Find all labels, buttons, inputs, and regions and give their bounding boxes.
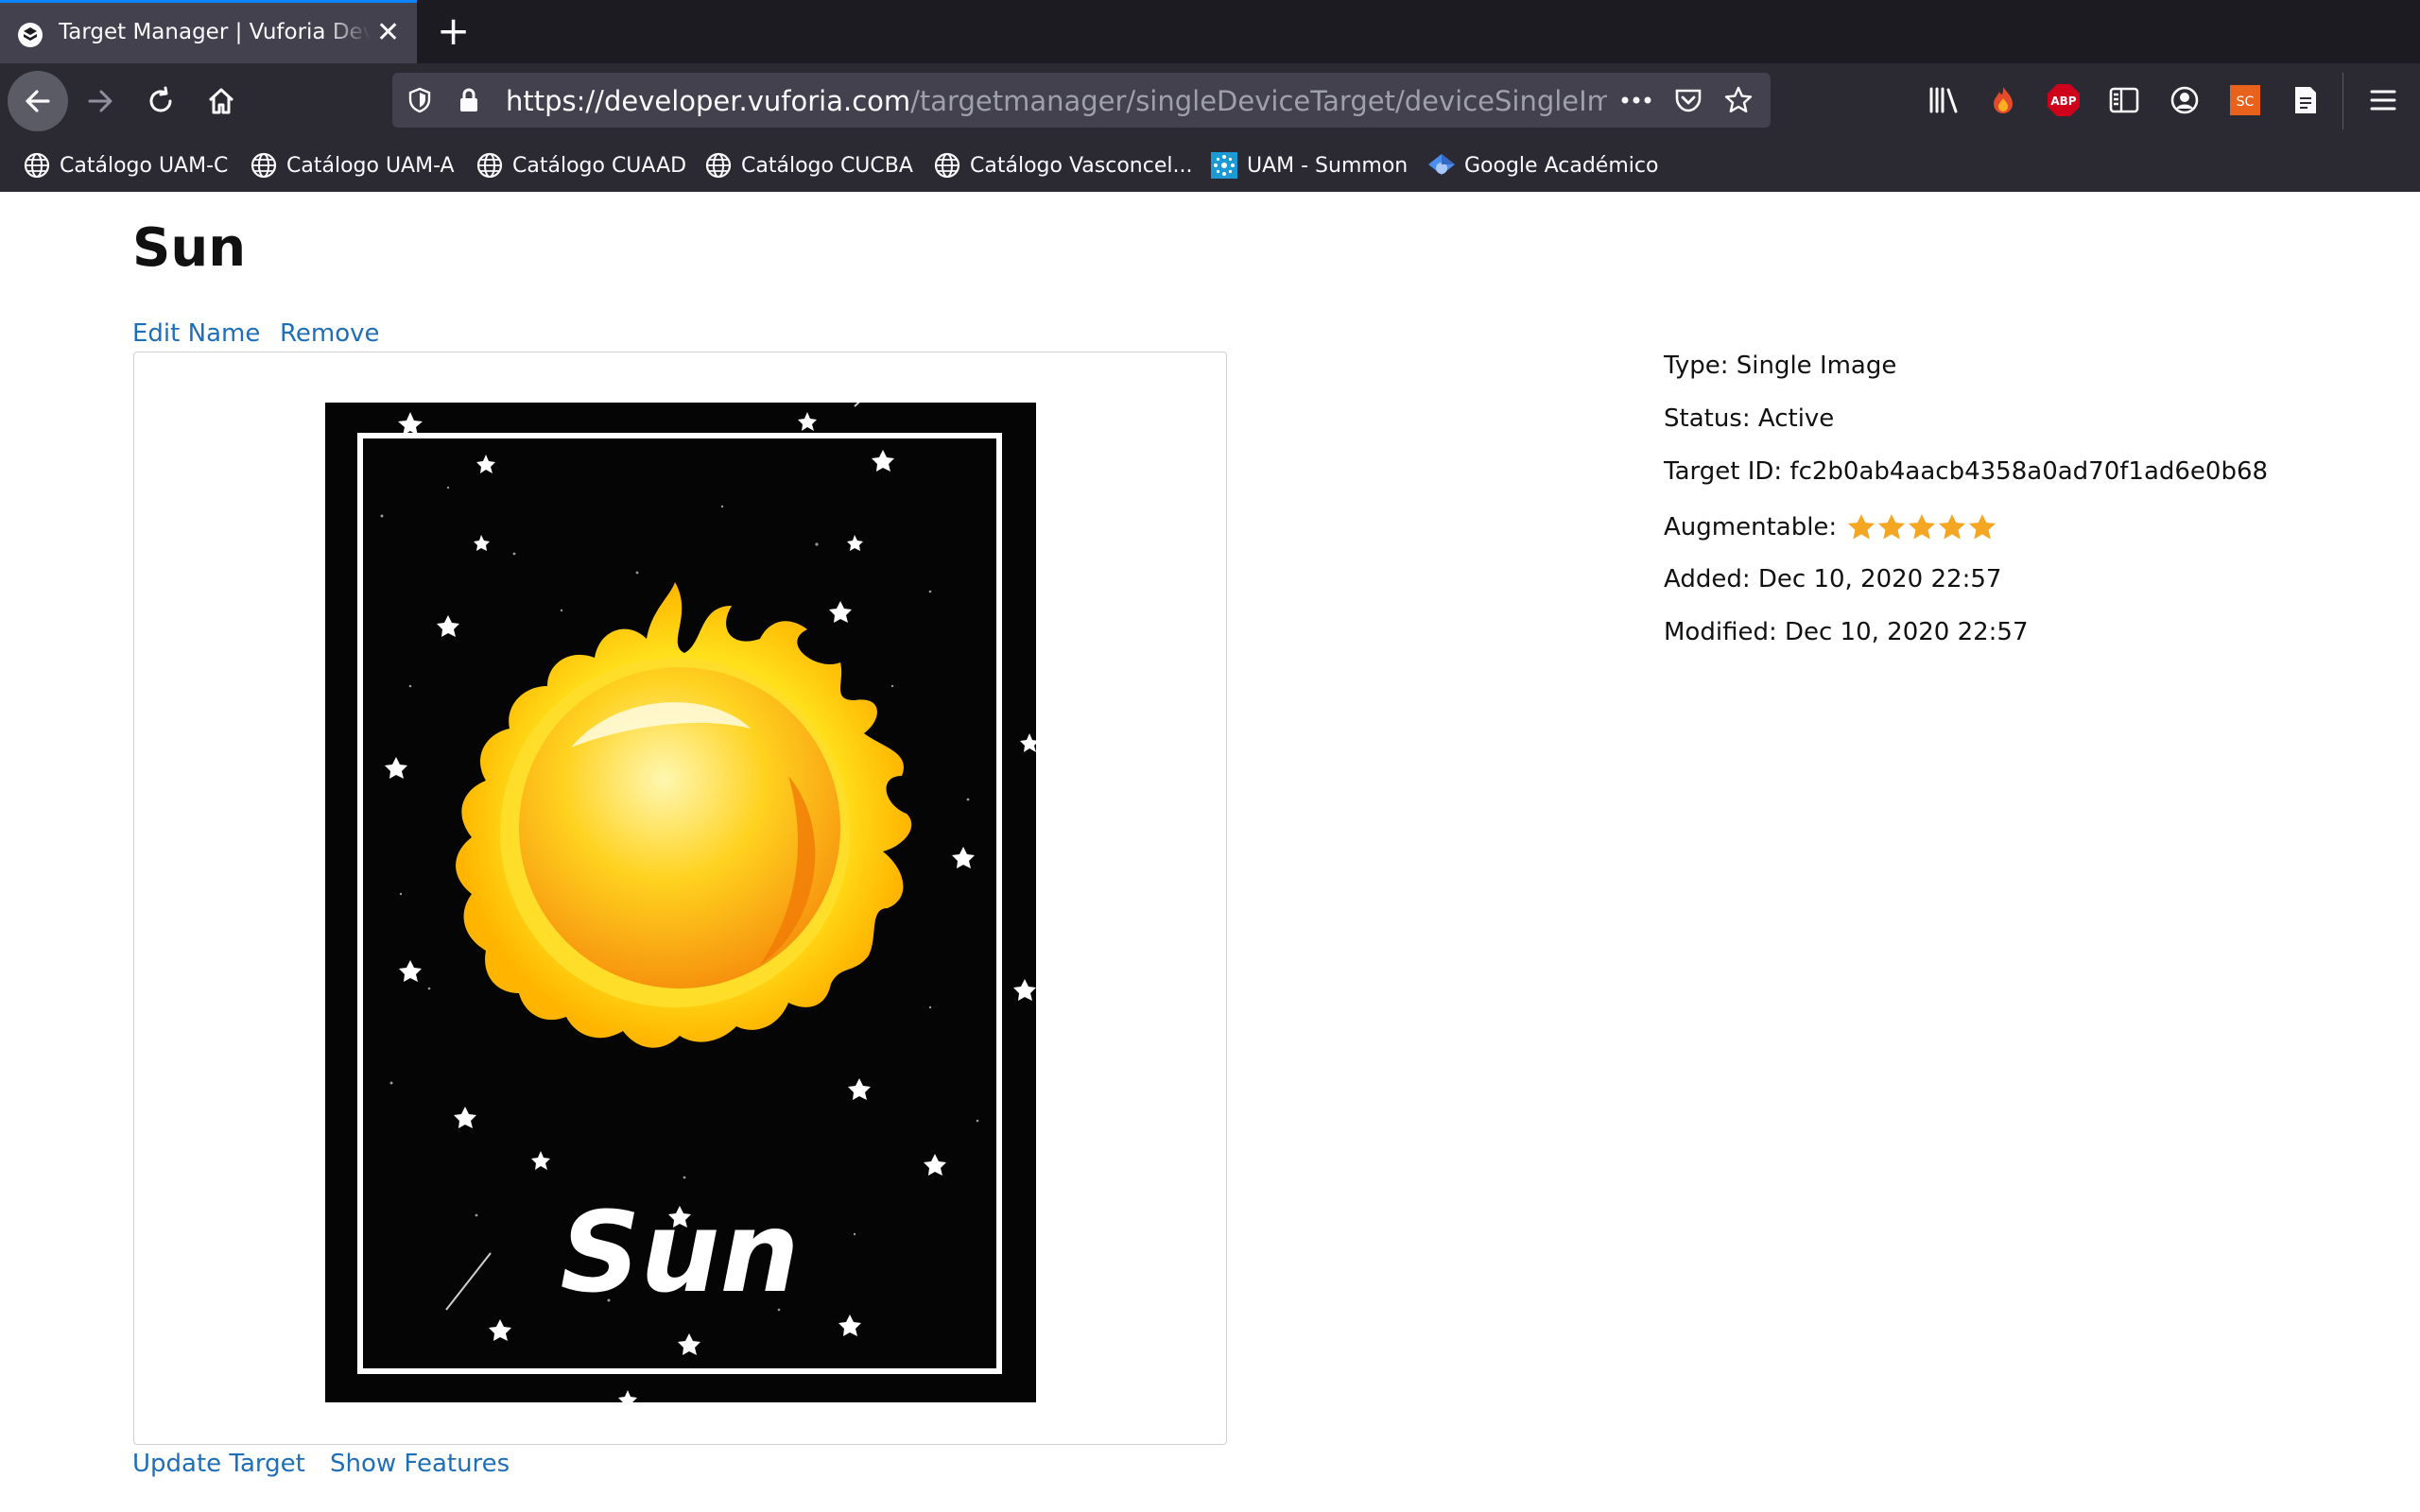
- globe-icon: [251, 152, 277, 179]
- address-bar[interactable]: https://developer.vuforia.com/targetmana…: [392, 73, 1771, 128]
- page-title: Sun: [132, 217, 247, 279]
- target-image-panel: Sun: [133, 352, 1227, 1445]
- navigation-toolbar: https://developer.vuforia.com/targetmana…: [0, 63, 2420, 139]
- summon-icon: [1211, 152, 1237, 179]
- home-icon: [208, 88, 234, 114]
- rating-star-icon: [1909, 514, 1936, 540]
- rating-star-icon: [1848, 514, 1876, 540]
- bookmark-item-5[interactable]: UAM - Summon: [1210, 148, 1408, 182]
- update-target-link[interactable]: Update Target: [132, 1450, 305, 1478]
- bookmark-star-icon[interactable]: [1720, 82, 1756, 118]
- page-actions-more-icon[interactable]: [1618, 82, 1654, 118]
- library-icon[interactable]: [1924, 80, 1963, 120]
- detail-target-id: Target ID: fc2b0ab4aacb4358a0ad70f1ad6e0…: [1664, 457, 2269, 486]
- browser-tab-active[interactable]: Target Manager | Vuforia Developer Porta…: [0, 0, 417, 63]
- reload-button[interactable]: [130, 71, 191, 131]
- url-path: /targetmanager/singleDeviceTarget/device…: [910, 85, 1607, 117]
- document-extension-icon[interactable]: [2286, 80, 2325, 120]
- remove-link[interactable]: Remove: [280, 319, 380, 348]
- new-tab-plus-icon[interactable]: +: [437, 9, 470, 53]
- rating-star-icon: [1878, 514, 1906, 540]
- tab-bar: Target Manager | Vuforia Developer Porta…: [0, 0, 2420, 63]
- detail-status: Status: Active: [1664, 404, 1835, 433]
- detail-augmentable: Augmentable:: [1664, 512, 1997, 542]
- home-button[interactable]: [191, 71, 251, 131]
- augmentable-label: Augmentable:: [1664, 513, 1838, 541]
- page-content: Sun Edit Name Remove Sun Update Target S…: [0, 193, 2420, 1512]
- target-image-caption: Sun: [561, 1187, 800, 1317]
- globe-icon: [24, 152, 50, 179]
- forward-arrow-icon: [88, 90, 112, 112]
- tracking-protection-shield-icon[interactable]: [402, 82, 438, 118]
- back-arrow-icon: [26, 90, 50, 112]
- bookmark-item-1[interactable]: Catálogo UAM-A: [250, 148, 455, 182]
- globe-icon: [476, 152, 503, 179]
- bookmark-item-0[interactable]: Catálogo UAM-C: [23, 148, 228, 182]
- fire-extension-icon[interactable]: [1983, 80, 2023, 120]
- vuforia-favicon-icon: [18, 23, 43, 47]
- forward-button[interactable]: [70, 71, 130, 131]
- sc-badge-text: SC: [2237, 94, 2255, 110]
- pocket-icon[interactable]: [1670, 82, 1706, 118]
- lock-icon[interactable]: [451, 82, 487, 118]
- url-host: https://developer.vuforia.com: [506, 85, 911, 117]
- show-features-link[interactable]: Show Features: [330, 1450, 510, 1478]
- bookmark-item-2[interactable]: Catálogo CUAAD: [475, 148, 686, 182]
- scholar-icon: [1428, 154, 1455, 175]
- augmentable-rating: [1846, 512, 1997, 542]
- detail-modified: Modified: Dec 10, 2020 22:57: [1664, 618, 2029, 646]
- sun-target-image: Sun: [325, 403, 1036, 1402]
- bookmark-item-4[interactable]: Catálogo Vasconcel...: [933, 148, 1192, 182]
- abp-badge-text: ABP: [2050, 94, 2076, 108]
- globe-icon: [934, 152, 960, 179]
- bookmark-label: Catálogo UAM-C: [60, 153, 229, 178]
- app-menu-hamburger-icon[interactable]: [2363, 80, 2403, 120]
- url-text: https://developer.vuforia.com/targetmana…: [506, 85, 1607, 117]
- rating-star-icon: [1969, 514, 1996, 540]
- adblock-plus-icon[interactable]: ABP: [2044, 80, 2083, 120]
- bookmark-label: UAM - Summon: [1247, 153, 1409, 178]
- account-icon[interactable]: [2165, 80, 2204, 120]
- toolbar-separator: [2342, 73, 2343, 129]
- bookmark-label: Google Académico: [1464, 153, 1659, 178]
- bookmark-label: Catálogo Vasconcel...: [970, 153, 1193, 178]
- tab-title: Target Manager | Vuforia Developer Porta…: [59, 20, 371, 44]
- detail-type: Type: Single Image: [1664, 352, 1897, 380]
- bookmark-label: Catálogo CUCBA: [741, 153, 913, 178]
- bookmark-label: Catálogo UAM-A: [286, 153, 455, 178]
- reload-icon: [149, 86, 172, 112]
- edit-name-link[interactable]: Edit Name: [132, 319, 260, 348]
- sc-extension-icon[interactable]: SC: [2225, 80, 2265, 120]
- tab-close-icon[interactable]: ✕: [376, 16, 400, 50]
- detail-added: Added: Dec 10, 2020 22:57: [1664, 565, 2002, 593]
- back-button[interactable]: [8, 71, 68, 131]
- browser-chrome: Target Manager | Vuforia Developer Porta…: [0, 0, 2420, 192]
- bookmark-label: Catálogo CUAAD: [512, 153, 687, 178]
- bookmarks-toolbar: Catálogo UAM-C Catálogo UAM-A Catálogo C…: [0, 139, 2420, 192]
- rating-star-icon: [1939, 514, 1966, 540]
- bookmark-item-3[interactable]: Catálogo CUCBA: [704, 148, 913, 182]
- sidebar-toggle-icon[interactable]: [2104, 80, 2144, 120]
- bookmark-item-6[interactable]: Google Académico: [1427, 148, 1658, 182]
- globe-icon: [705, 152, 732, 179]
